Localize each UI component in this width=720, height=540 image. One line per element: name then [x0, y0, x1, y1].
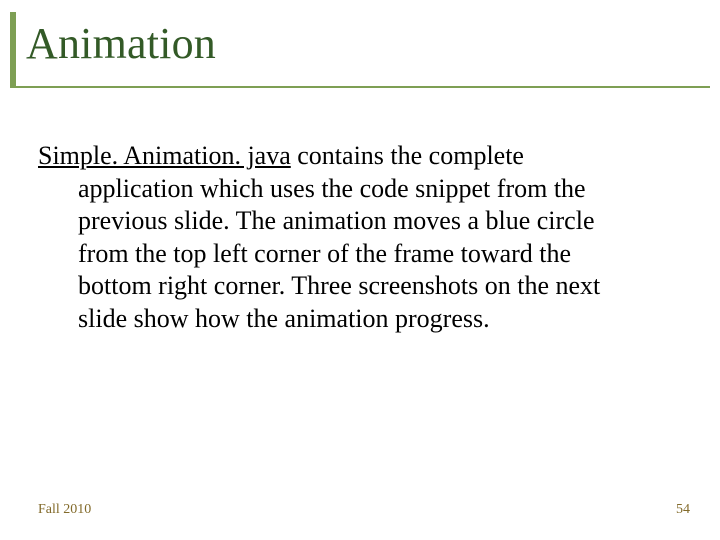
body-paragraph: Simple. Animation. java contains the com… [38, 140, 638, 335]
slide-title: Animation [26, 18, 216, 69]
body-text: Simple. Animation. java contains the com… [38, 140, 638, 335]
footer-term: Fall 2010 [38, 502, 91, 518]
source-file-link[interactable]: Simple. Animation. java [38, 141, 291, 170]
title-underline [10, 86, 710, 88]
title-accent-bar [10, 12, 16, 86]
slide: Animation Simple. Animation. java contai… [0, 0, 720, 540]
slide-number: 54 [676, 502, 690, 518]
